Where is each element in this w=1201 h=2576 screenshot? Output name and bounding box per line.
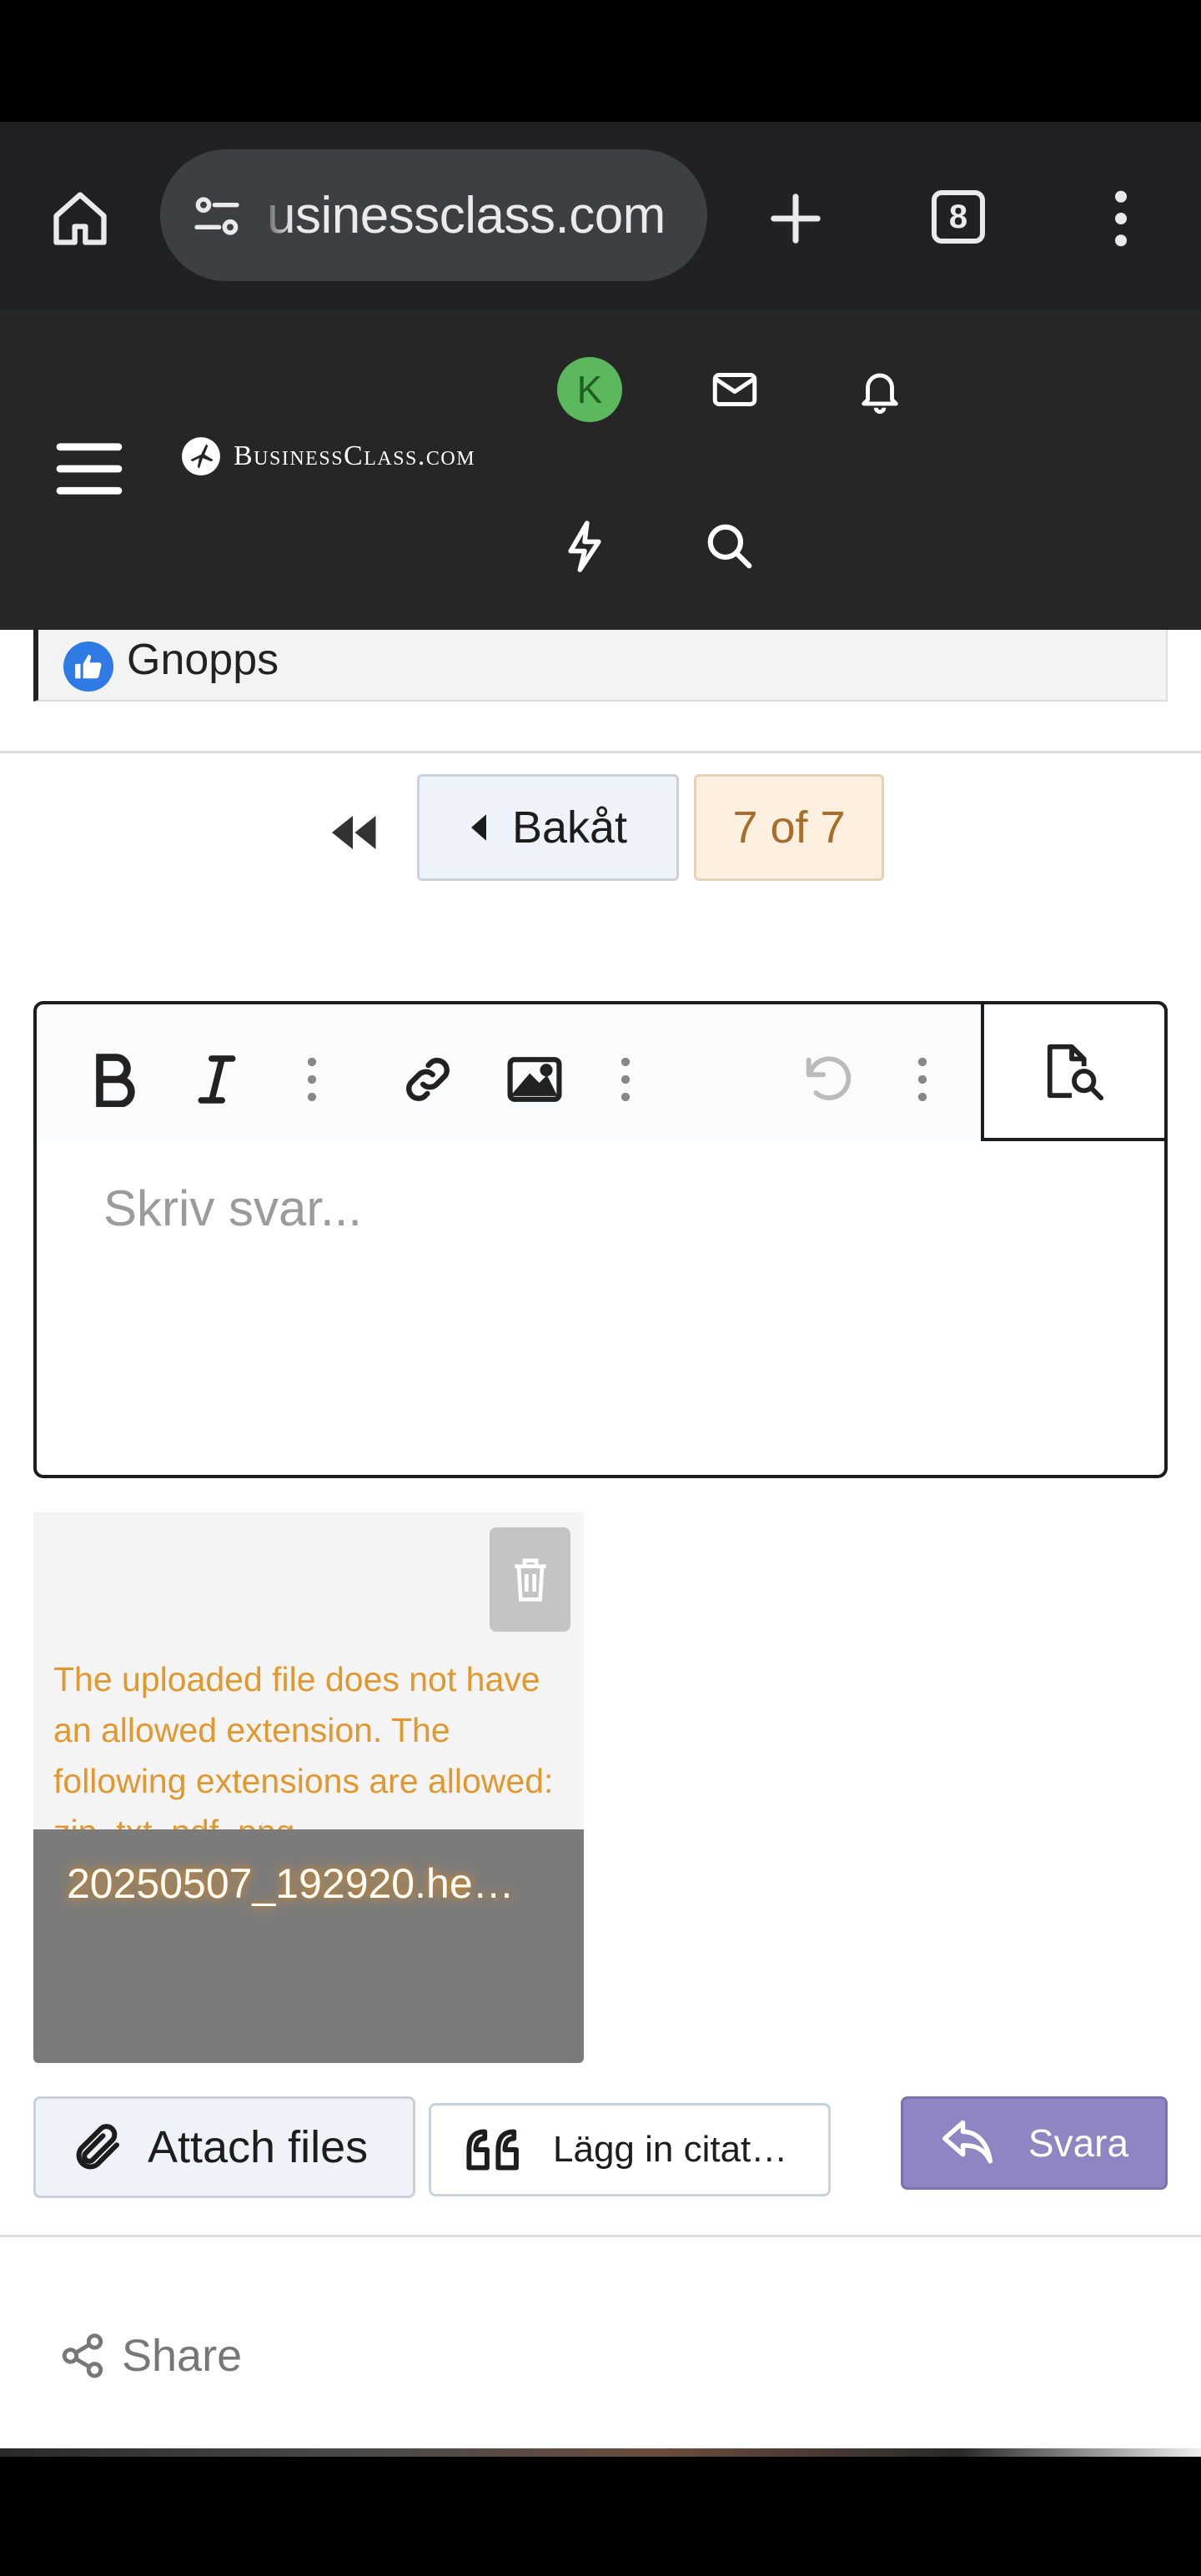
editor-toolbar — [37, 1001, 1168, 1141]
reply-submit-label: Svara — [1028, 2121, 1129, 2165]
attachment-filename: 20250507_192920.he… — [67, 1860, 515, 1907]
home-icon[interactable] — [43, 182, 117, 255]
previous-page-button[interactable]: Bakåt — [417, 774, 679, 881]
reactor-name[interactable]: Gnopps — [127, 635, 279, 685]
double-chevron-left-icon — [332, 816, 376, 849]
site-header: BusinessClass.com K — [0, 310, 1201, 630]
delete-attachment-button[interactable] — [490, 1527, 570, 1632]
inbox-icon[interactable] — [701, 355, 769, 424]
status-bar — [0, 0, 1201, 122]
caret-left-icon — [470, 814, 486, 841]
whats-new-lightning-icon[interactable] — [550, 512, 619, 581]
paperclip-icon — [76, 2124, 120, 2170]
attachment-error-message: The uploaded file does not have an allow… — [53, 1660, 554, 1851]
address-bar[interactable]: usinessclass.com — [160, 149, 707, 281]
hamburger-menu-icon[interactable] — [52, 435, 127, 502]
url-text: usinessclass.com — [267, 187, 666, 244]
attach-files-button[interactable]: Attach files — [33, 2096, 415, 2198]
site-logo[interactable]: BusinessClass.com — [180, 435, 475, 477]
insert-image-icon[interactable] — [497, 1046, 572, 1113]
attachment-card: The uploaded file does not have an allow… — [33, 1512, 584, 1856]
notifications-bell-icon[interactable] — [846, 355, 914, 424]
user-avatar[interactable]: K — [557, 357, 622, 422]
browser-toolbar: usinessclass.com 8 — [0, 122, 1201, 310]
more-menu-icon[interactable] — [1084, 182, 1158, 255]
new-tab-icon[interactable] — [759, 182, 832, 255]
site-settings-icon[interactable] — [183, 183, 250, 249]
previous-page-label: Bakåt — [511, 802, 628, 853]
insert-quotes-button[interactable]: Lägg in citat… — [429, 2103, 831, 2196]
preview-document-icon — [1047, 1044, 1104, 1101]
page-indicator[interactable]: 7 of 7 — [694, 774, 884, 881]
logo-text: BusinessClass.com — [234, 440, 476, 471]
thread-content: Gnopps Bakåt 7 of 7 Skriv svar... The up… — [0, 630, 1201, 2451]
tab-switcher-button[interactable]: 8 — [932, 190, 985, 244]
more-insert-options-icon[interactable] — [600, 1046, 651, 1113]
share-icon — [62, 2333, 103, 2378]
more-text-options-icon[interactable] — [287, 1046, 337, 1113]
reply-arrow-icon — [942, 2120, 992, 2164]
undo-icon[interactable] — [791, 1046, 866, 1113]
share-label: Share — [122, 2331, 243, 2381]
share-link[interactable]: Share — [58, 2330, 242, 2382]
quote-icon — [466, 2129, 519, 2171]
insert-link-icon[interactable] — [390, 1046, 465, 1113]
divider — [0, 751, 1201, 753]
reactions-bar: Gnopps — [33, 630, 1168, 702]
reply-submit-button[interactable]: Svara — [901, 2096, 1168, 2190]
insert-quotes-label: Lägg in citat… — [553, 2129, 788, 2170]
first-page-button[interactable] — [324, 795, 382, 870]
attach-files-label: Attach files — [148, 2122, 369, 2172]
url-fade — [259, 166, 292, 264]
divider — [0, 2235, 1201, 2237]
search-icon[interactable] — [696, 512, 764, 581]
logo-mark-icon — [182, 437, 220, 475]
like-reaction-icon — [63, 641, 113, 692]
next-content-preview — [0, 2448, 1201, 2457]
preview-button[interactable] — [981, 1001, 1168, 1141]
more-options-icon[interactable] — [897, 1046, 947, 1113]
attachment-filename-overlay: 20250507_192920.he… — [33, 1829, 584, 2063]
system-navigation-bar — [0, 2457, 1201, 2576]
trash-icon — [514, 1557, 546, 1602]
italic-icon[interactable] — [183, 1046, 250, 1113]
reply-text-input[interactable]: Skriv svar... — [103, 1180, 362, 1237]
bold-icon[interactable] — [80, 1046, 147, 1113]
reply-editor[interactable]: Skriv svar... — [33, 1001, 1168, 1478]
